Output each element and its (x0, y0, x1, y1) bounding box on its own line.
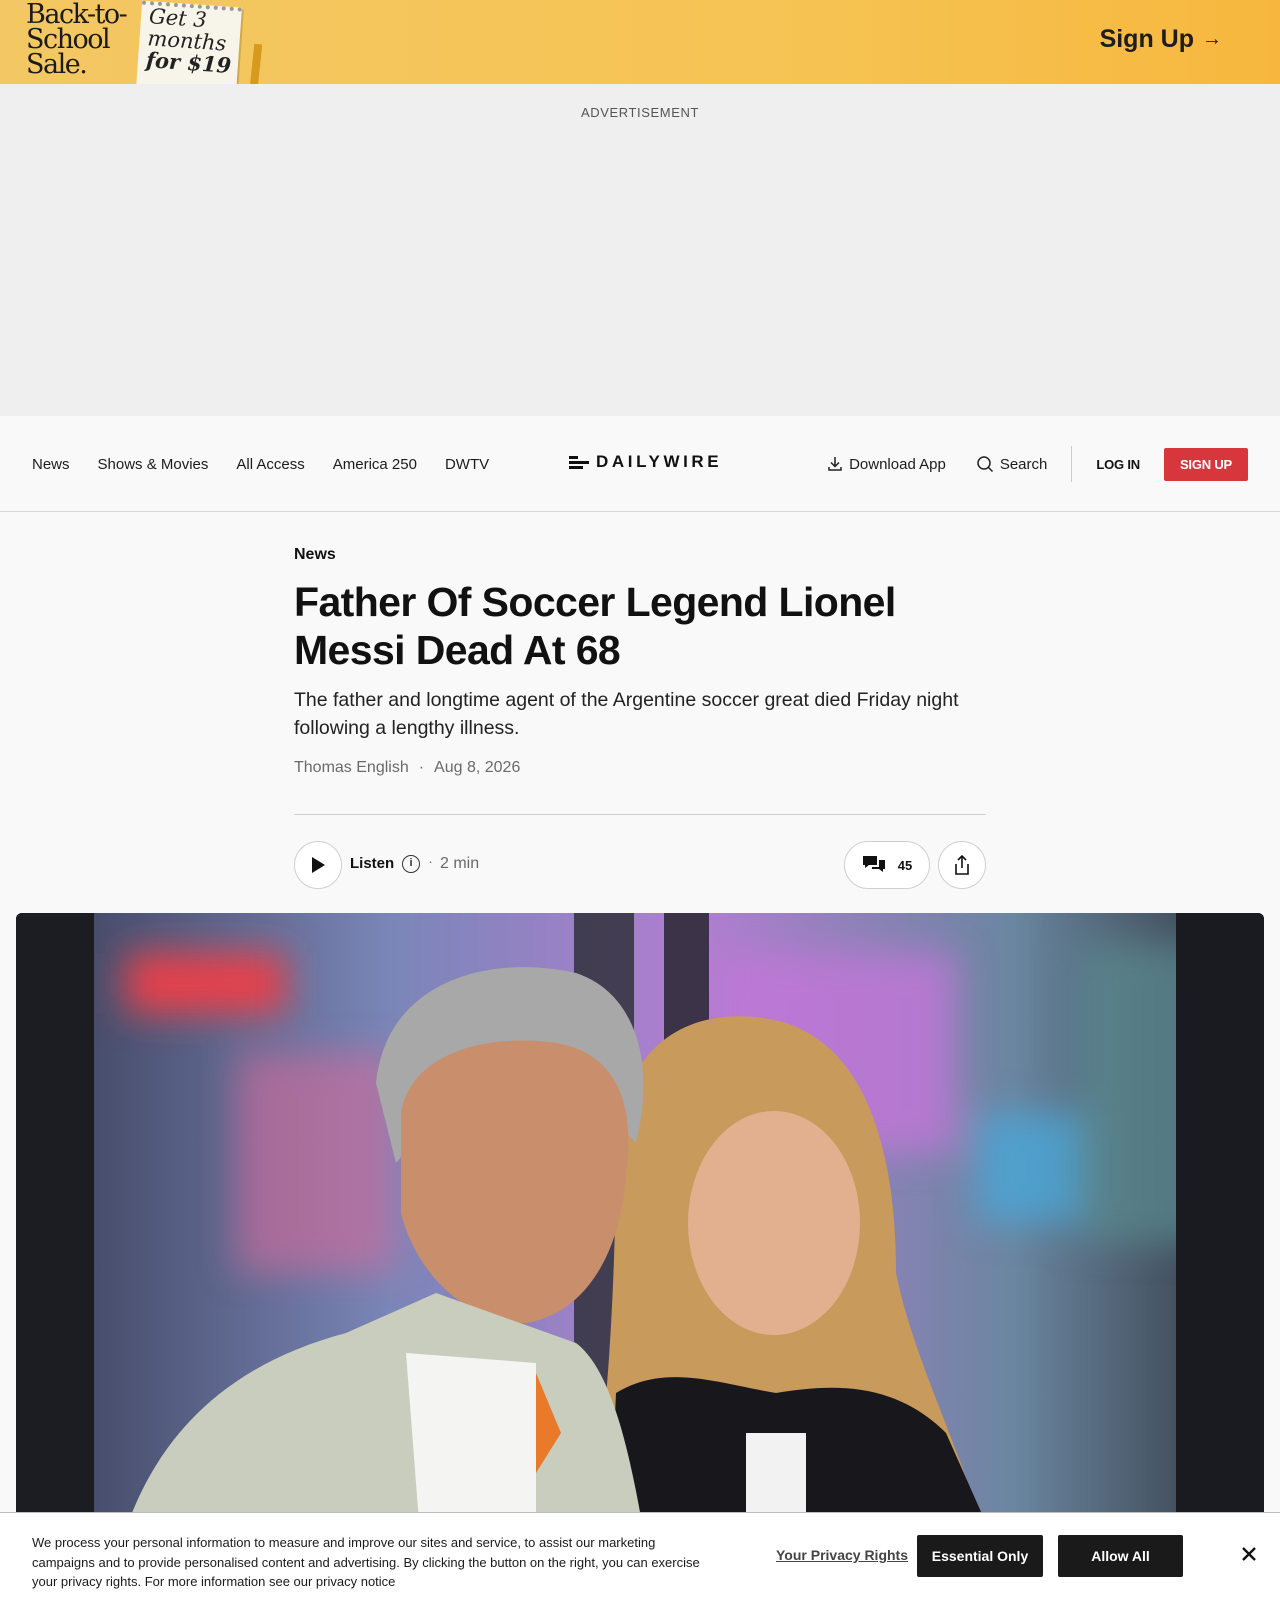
advertisement-slot: ADVERTISEMENT (0, 84, 1280, 416)
nav-divider (1071, 446, 1073, 482)
logo-mark-icon (569, 455, 589, 469)
read-time: 2 min (440, 855, 480, 872)
article-byline: Thomas English · Aug 8, 2026 (294, 759, 520, 777)
main-navigation: News Shows & Movies All Access America 2… (0, 416, 1280, 512)
allow-all-button[interactable]: Allow All (1058, 1535, 1183, 1577)
publish-date: Aug 8, 2026 (434, 759, 521, 776)
article-category[interactable]: News (294, 546, 336, 564)
article-headline: Father Of Soccer Legend Lionel Messi Dea… (294, 579, 896, 673)
listen-play-button[interactable] (294, 841, 342, 889)
signup-button[interactable]: SIGN UP (1163, 447, 1248, 481)
search-label: Search (999, 455, 1048, 473)
essential-only-button[interactable]: Essential Only (917, 1535, 1043, 1577)
nav-links: News Shows & Movies All Access America 2… (32, 416, 489, 512)
byline-separator: · (418, 759, 425, 776)
logo-text: DAILYWIRE (596, 452, 723, 471)
share-icon (955, 855, 969, 875)
privacy-rights-link[interactable]: Your Privacy Rights (776, 1547, 908, 1563)
close-icon[interactable] (1238, 1543, 1260, 1565)
promo-signup-link[interactable]: Sign Up → (1100, 25, 1222, 54)
promo-card-line: for $19 (145, 47, 233, 78)
arrow-right-icon: → (1202, 28, 1222, 50)
info-icon[interactable]: i (402, 855, 420, 873)
nav-link-shows-movies[interactable]: Shows & Movies (98, 456, 209, 473)
comment-count: 45 (897, 857, 913, 873)
hero-photo (16, 913, 1264, 1600)
promo-title: Back-to- School Sale. (26, 1, 146, 80)
advertisement-label: ADVERTISEMENT (580, 105, 700, 120)
pencil-illustration (249, 43, 263, 84)
download-icon (828, 457, 842, 471)
promo-banner[interactable]: Back-to- School Sale. Get 3 months for $… (0, 0, 1280, 84)
dailywire-logo[interactable]: DAILYWIRE (569, 452, 722, 472)
article-actions: Listen i · 2 min 45 (294, 840, 986, 890)
search-icon (977, 456, 993, 473)
nav-right: Download App Search LOG IN SIGN UP (827, 416, 1248, 512)
promo-signup-label: Sign Up (1099, 25, 1194, 53)
hero-photo-illustration (16, 913, 1264, 1600)
login-button[interactable]: LOG IN (1096, 457, 1140, 472)
divider (294, 814, 986, 815)
nav-link-news[interactable]: News (32, 456, 70, 473)
promo-offer-card: Get 3 months for $19 (136, 0, 242, 84)
download-app-button[interactable]: Download App (827, 456, 946, 473)
listen-label[interactable]: Listen (350, 855, 394, 872)
comments-button[interactable]: 45 (844, 841, 930, 889)
play-icon (312, 857, 325, 873)
download-app-label: Download App (849, 455, 946, 473)
search-button[interactable]: Search (976, 455, 1048, 473)
dot-separator: · (428, 853, 433, 870)
promo-title-line: Sale. (26, 49, 88, 80)
cookie-consent-banner: We process your personal information to … (0, 1512, 1280, 1600)
nav-link-dwtv[interactable]: DWTV (445, 456, 489, 473)
nav-link-america-250[interactable]: America 250 (333, 456, 417, 473)
author-name[interactable]: Thomas English (294, 759, 409, 777)
article-dek: The father and longtime agent of the Arg… (294, 689, 959, 739)
cookie-consent-text: We process your personal information to … (32, 1535, 700, 1589)
comments-icon (862, 856, 885, 872)
nav-link-all-access[interactable]: All Access (236, 456, 304, 473)
share-button[interactable] (938, 841, 986, 889)
